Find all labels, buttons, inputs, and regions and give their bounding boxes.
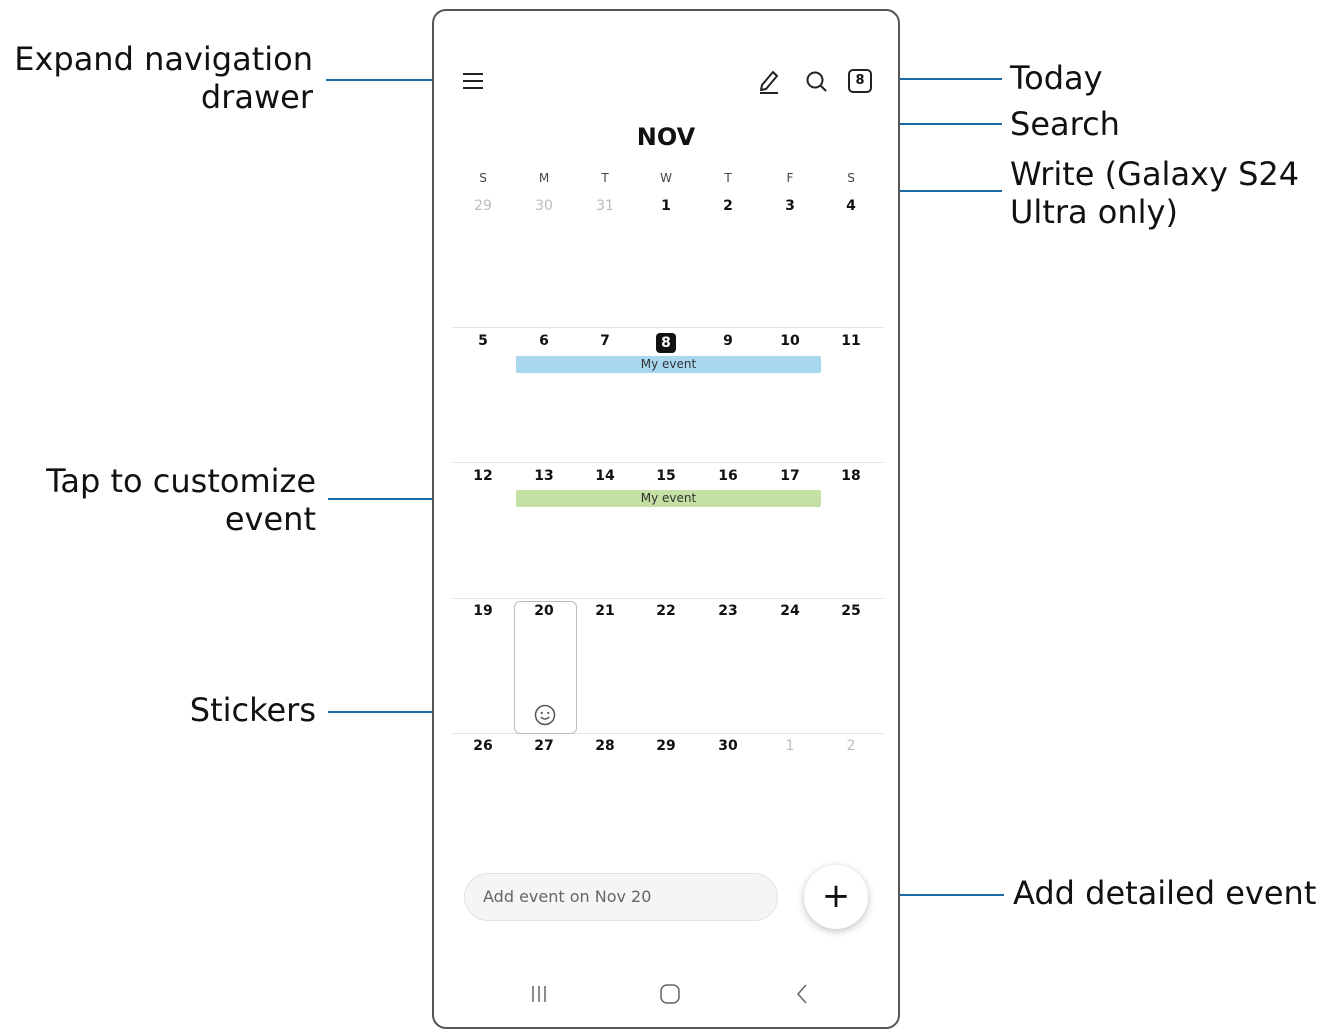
weekday-label: M [538, 171, 550, 185]
weekday-label: F [786, 171, 794, 185]
day-cell[interactable]: 29 [636, 738, 696, 754]
day-cell[interactable]: 22 [636, 603, 696, 619]
day-cell[interactable]: 1 [636, 198, 696, 214]
callout-write: Write (Galaxy S24 Ultra only) [1010, 155, 1299, 231]
event-bar[interactable]: My event [516, 356, 821, 373]
day-cell[interactable]: 3 [760, 198, 820, 214]
callout-search: Search [1010, 105, 1120, 143]
phone-screen: 8 NOV SMTWTFS 29 30 31 1 2 3 4 5 6 7 8 9 10 11 12 13 14 1… [432, 9, 900, 1029]
weekday-label: S [847, 171, 855, 185]
day-cell[interactable]: 27 [514, 738, 574, 754]
day-cell[interactable]: 2 [698, 198, 758, 214]
day-cell[interactable]: 5 [453, 333, 513, 349]
day-cell[interactable]: 6 [514, 333, 574, 349]
day-cell[interactable]: 12 [453, 468, 513, 484]
day-cell[interactable]: 1 [760, 738, 820, 754]
day-cell[interactable]: 26 [453, 738, 513, 754]
callout-text: Ultra only) [1010, 193, 1178, 231]
day-cell[interactable]: 11 [821, 333, 881, 349]
callout-add-detailed-event: Add detailed event [1013, 874, 1317, 912]
smiley-sticker-icon[interactable] [533, 703, 557, 727]
day-cell[interactable]: 15 [636, 468, 696, 484]
callout-stickers: Stickers [189, 691, 316, 729]
day-cell[interactable]: 14 [575, 468, 635, 484]
add-detailed-event-button[interactable]: + [804, 865, 868, 929]
day-cell[interactable]: 25 [821, 603, 881, 619]
month-title: NOV [636, 123, 696, 151]
day-cell[interactable]: 16 [698, 468, 758, 484]
day-cell[interactable]: 13 [514, 468, 574, 484]
back-icon[interactable] [782, 979, 822, 1009]
pen-icon[interactable] [756, 67, 782, 95]
day-cell[interactable]: 30 [698, 738, 758, 754]
day-cell[interactable]: 29 [453, 198, 513, 214]
day-cell[interactable]: 30 [514, 198, 574, 214]
day-cell[interactable]: 2 [821, 738, 881, 754]
day-cell[interactable]: 9 [698, 333, 758, 349]
add-event-input[interactable]: Add event on Nov 20 [464, 873, 778, 921]
home-icon[interactable] [650, 979, 690, 1009]
day-cell[interactable]: 4 [821, 198, 881, 214]
today-button[interactable]: 8 [848, 69, 872, 93]
day-cell[interactable]: 17 [760, 468, 820, 484]
callout-text: Expand navigation [14, 40, 313, 78]
search-icon[interactable] [804, 69, 830, 95]
weekday-label: S [479, 171, 487, 185]
day-cell[interactable]: 31 [575, 198, 635, 214]
callout-text: drawer [200, 78, 313, 116]
day-cell[interactable]: 8 [636, 333, 696, 353]
day-cell[interactable]: 23 [698, 603, 758, 619]
week-divider [452, 598, 884, 599]
day-cell[interactable]: 19 [453, 603, 513, 619]
day-cell[interactable]: 20 [514, 603, 574, 619]
callout-text: event [224, 500, 316, 538]
day-cell[interactable]: 28 [575, 738, 635, 754]
callout-text: Tap to customize [46, 462, 316, 500]
day-cell[interactable]: 7 [575, 333, 635, 349]
callout-text: Write (Galaxy S24 [1010, 155, 1300, 193]
weekday-label: T [601, 171, 609, 185]
callout-expand-navigation: Expand navigation drawer [0, 40, 313, 116]
event-bar[interactable]: My event [516, 490, 821, 507]
weekday-label: W [660, 171, 672, 185]
today-marker: 8 [656, 333, 676, 353]
callout-today: Today [1010, 59, 1103, 97]
week-divider [452, 462, 884, 463]
recents-icon[interactable] [519, 979, 559, 1009]
week-divider [452, 327, 884, 328]
day-cell[interactable]: 21 [575, 603, 635, 619]
weekday-label: T [724, 171, 732, 185]
hamburger-menu-icon[interactable] [462, 71, 484, 91]
day-cell[interactable]: 18 [821, 468, 881, 484]
day-cell[interactable]: 24 [760, 603, 820, 619]
callout-tap-to-customize: Tap to customize event [0, 462, 316, 538]
day-cell[interactable]: 10 [760, 333, 820, 349]
